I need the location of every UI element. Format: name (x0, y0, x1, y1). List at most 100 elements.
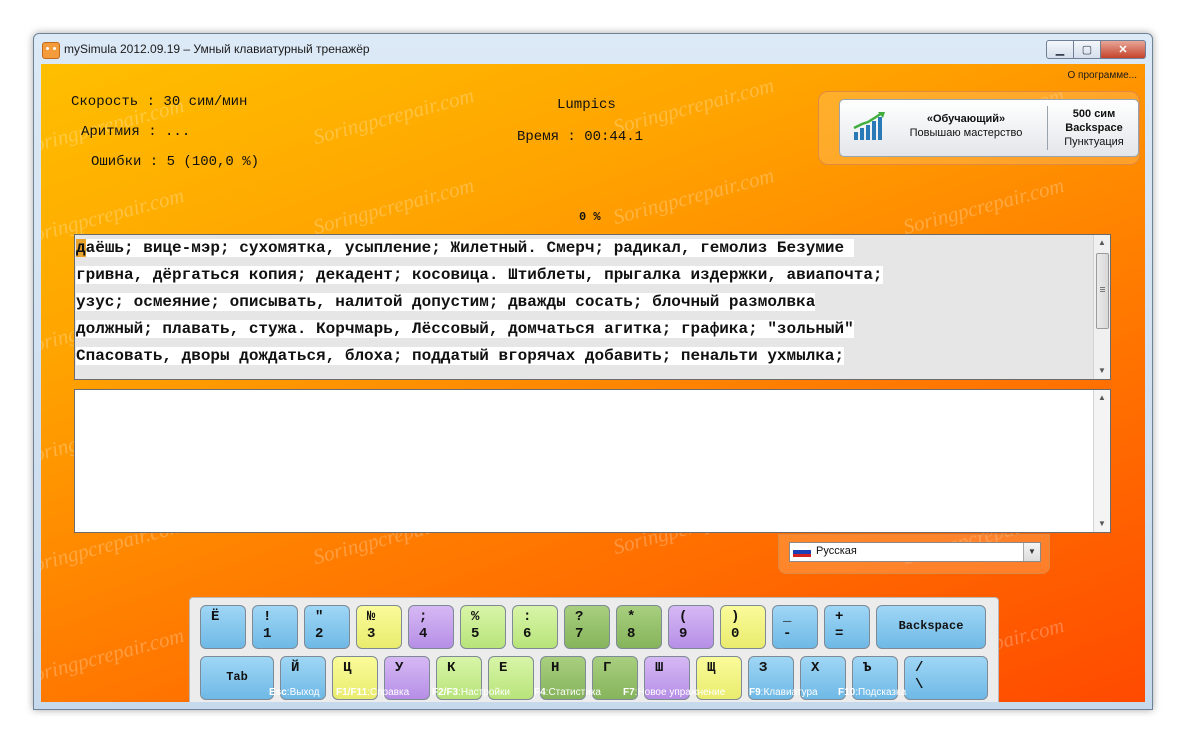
mode-punctuation: Пунктуация (1064, 136, 1124, 148)
key-bottom-label: 4 (419, 626, 428, 642)
dropdown-arrow-icon[interactable]: ▼ (1023, 543, 1040, 561)
exercise-line-text: должный; плавать, стужа. Корчмарь, Лёссо… (76, 320, 854, 338)
key-row1-2[interactable]: ! 1 (252, 605, 298, 649)
key-top-label: * (627, 609, 636, 625)
key-row1-10[interactable]: (9 (668, 605, 714, 649)
app-logo-icon (42, 42, 60, 59)
key-top-label: Й (291, 660, 300, 676)
key-bottom-label: 1 (263, 626, 272, 642)
trainer-area: Soringpcrepair.com Soringpcrepair.com Sori… (41, 64, 1145, 702)
watermark-text: Soringpcrepair.com (900, 173, 1067, 240)
key-row1-11[interactable]: ) 0 (720, 605, 766, 649)
language-value: Русская (816, 545, 857, 557)
key-top-label: Х (811, 660, 820, 676)
errors-stat: Ошибки : 5 (100,0 %) (91, 154, 260, 170)
exercise-line: должный; плавать, стужа. Корчмарь, Лёссо… (75, 316, 1093, 343)
growth-chart-icon (853, 112, 885, 140)
scroll-up-icon[interactable]: ▲ (1094, 390, 1110, 406)
key-label: Backspace (898, 619, 964, 633)
key-top-label: ) (731, 609, 740, 625)
mode-name: «Обучающий» (926, 113, 1006, 125)
key-top-label: : (523, 609, 532, 625)
mode-backspace: Backspace (1065, 122, 1123, 134)
exercise-line: даёшь; вице-мэр; сухомятка, усыпление; Ж… (75, 235, 1093, 262)
hotkey-key: F9 (749, 687, 761, 698)
key-row1-3[interactable]: " 2 (304, 605, 350, 649)
hotkey-label: :Клавиатура (760, 687, 818, 698)
input-scrollbar[interactable]: ▲ ▼ (1093, 390, 1110, 532)
hotkey-bar: Esc:Выход F1/F11:Справка F2/F3:Настройки F4… (41, 687, 1145, 702)
title-bar[interactable]: mySimula 2012.09.19 – Умный клавиатурный… (34, 34, 1152, 64)
mode-info: «Обучающий» Повышаю мастерство (898, 112, 1034, 140)
watermark-text: Soringpcrepair.com (41, 623, 187, 690)
progress-label: 0 % (579, 210, 601, 224)
key-top-label: ; (419, 609, 428, 625)
key-row1-7[interactable]: :6 (512, 605, 558, 649)
key-top-label: + (835, 609, 844, 625)
mode-button[interactable]: «Обучающий» Повышаю мастерство 500 сим B… (839, 99, 1139, 157)
close-button[interactable]: ✕ (1101, 40, 1146, 59)
key-bottom-label: 0 (731, 626, 740, 642)
hotkey-item: F7:Новое упражнение (623, 687, 725, 698)
hotkey-item: F9:Клавиатура (749, 687, 818, 698)
key-top-label: _ (783, 609, 792, 625)
scroll-up-icon[interactable]: ▲ (1094, 235, 1110, 251)
key-row1-13[interactable]: + = (824, 605, 870, 649)
hotkey-key: F7 (623, 687, 635, 698)
key-row1-12[interactable]: _ - (772, 605, 818, 649)
key-top-label: Ъ (863, 660, 872, 676)
watermark-text: Soringpcrepair.com (310, 173, 477, 240)
hotkey-label: :Новое упражнение (634, 687, 726, 698)
key-bottom-label: 3 (367, 626, 376, 642)
minimize-icon: ▁ (1055, 44, 1065, 56)
russia-flag-icon (793, 547, 811, 557)
key-row1-1[interactable]: Ё (200, 605, 246, 649)
key-bottom-label: 8 (627, 626, 636, 642)
hotkey-label: :Справка (367, 687, 410, 698)
scroll-down-icon[interactable]: ▼ (1094, 516, 1110, 532)
key-top-label: Г (603, 660, 612, 676)
key-row1-14[interactable]: Backspace (876, 605, 986, 649)
key-top-label: К (447, 660, 456, 676)
speed-stat: Скорость : 30 сим/мин (71, 94, 248, 110)
language-panel: Русская ▼ (778, 534, 1050, 574)
exercise-line-text: аёшь; вице-мэр; сухомятка, усыпление; Жи… (85, 239, 845, 257)
key-row1-8[interactable]: ? 7 (564, 605, 610, 649)
hotkey-key: F4 (534, 687, 546, 698)
key-top-label: Е (499, 660, 508, 676)
scroll-thumb[interactable] (1096, 253, 1109, 329)
text-cursor: д (76, 239, 86, 257)
mode-settings: 500 сим Backspace Пунктуация (1052, 107, 1136, 149)
minimize-button[interactable]: ▁ (1046, 40, 1074, 59)
hotkey-label: :Выход (286, 687, 320, 698)
key-row1-6[interactable]: % 5 (460, 605, 506, 649)
hotkey-item: F1/F11:Справка (336, 687, 409, 698)
maximize-button[interactable]: ▢ (1074, 40, 1101, 59)
hotkey-key: F2/F3 (432, 687, 459, 698)
mode-panel: «Обучающий» Повышаю мастерство 500 сим B… (818, 91, 1140, 165)
typing-input[interactable]: ▲ ▼ (74, 389, 1111, 533)
watermark-text: Soringpcrepair.com (310, 83, 477, 150)
key-bottom-label: 5 (471, 626, 480, 642)
exercise-lines: даёшь; вице-мэр; сухомятка, усыпление; Ж… (75, 235, 1093, 379)
key-row1-5[interactable]: ; 4 (408, 605, 454, 649)
hotkey-label: :Настройки (458, 687, 510, 698)
key-bottom-label: 2 (315, 626, 324, 642)
key-bottom-label: 9 (679, 626, 688, 642)
mode-separator (1047, 106, 1048, 150)
exercise-scrollbar[interactable]: ▲ ▼ (1093, 235, 1110, 379)
key-top-label: Ё (211, 609, 220, 625)
window-controls: ▁ ▢ ✕ (1046, 40, 1146, 59)
exercise-text: даёшь; вице-мэр; сухомятка, усыпление; Ж… (74, 234, 1111, 380)
arrhythmia-stat: Аритмия : ... (81, 124, 191, 140)
watermark-text: Soringpcrepair.com (610, 163, 777, 230)
elapsed-time: Время : 00:44.1 (517, 129, 644, 145)
language-select[interactable]: Русская ▼ (789, 542, 1041, 562)
key-top-label: ( (679, 609, 688, 625)
key-row1-9[interactable]: * 8 (616, 605, 662, 649)
scroll-down-icon[interactable]: ▼ (1094, 363, 1110, 379)
hotkey-key: Esc (269, 687, 287, 698)
about-link[interactable]: О программе... (1067, 70, 1137, 81)
key-row1-4[interactable]: № 3 (356, 605, 402, 649)
key-top-label: Ц (343, 660, 352, 676)
